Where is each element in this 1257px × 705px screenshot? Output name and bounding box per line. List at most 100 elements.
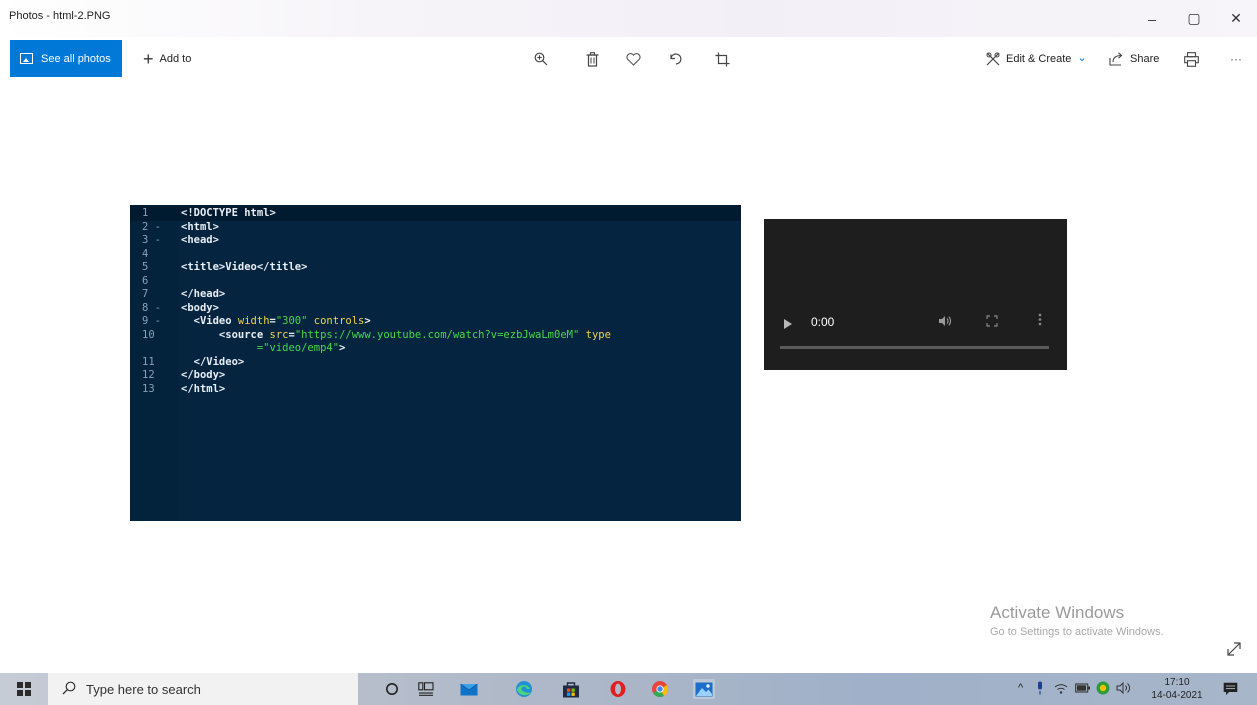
maximize-button[interactable]: ▢	[1173, 0, 1215, 37]
favorite-icon[interactable]	[622, 48, 644, 70]
opera-icon[interactable]	[608, 679, 628, 699]
windows-logo-icon	[17, 682, 31, 696]
title-bar: Photos - html-2.PNG – ▢ ✕	[0, 0, 1257, 37]
code-token: src	[269, 328, 289, 341]
add-to-label: Add to	[159, 53, 192, 65]
code-token: <body>	[181, 301, 219, 314]
wifi-icon[interactable]	[1054, 682, 1068, 697]
code-text: </Video>	[181, 355, 245, 370]
video-more-icon[interactable]	[1038, 313, 1042, 329]
minimize-button[interactable]: –	[1131, 0, 1173, 37]
code-text: <source src="https://www.youtube.com/wat…	[181, 329, 611, 343]
print-icon[interactable]	[1180, 48, 1202, 70]
more-options-icon[interactable]: ···	[1225, 48, 1247, 70]
mail-icon[interactable]	[459, 679, 479, 699]
code-token: <html>	[181, 220, 219, 233]
code-token: >	[364, 315, 371, 327]
crop-icon[interactable]	[711, 48, 733, 70]
line-number: 10	[142, 328, 155, 341]
start-button[interactable]	[0, 673, 48, 705]
line-number: 2 -	[142, 220, 161, 233]
share-icon	[1109, 52, 1124, 66]
code-line: 9 - <Video width="300" controls>	[130, 315, 741, 329]
code-text: <!DOCTYPE html>	[181, 207, 276, 221]
status-badge-icon[interactable]	[1096, 681, 1110, 698]
code-token: </body>	[181, 369, 226, 381]
zoom-in-icon[interactable]	[530, 48, 552, 70]
share-label: Share	[1130, 53, 1160, 65]
see-all-photos-label: See all photos	[41, 52, 111, 65]
microphone-icon[interactable]	[1036, 681, 1044, 698]
rotate-icon[interactable]	[665, 48, 687, 70]
clock-time: 17:10	[1164, 677, 1190, 688]
volume-tray-icon[interactable]	[1116, 681, 1132, 697]
edit-icon	[986, 52, 1000, 66]
code-text: <html>	[181, 221, 219, 235]
close-button[interactable]: ✕	[1215, 0, 1257, 37]
code-text: </body>	[181, 369, 225, 383]
battery-icon[interactable]	[1075, 682, 1091, 697]
edge-icon[interactable]	[514, 679, 534, 699]
code-line: 8 - <body>	[130, 302, 741, 316]
code-line: 5 <title>Video</title>	[130, 261, 741, 275]
taskbar-clock[interactable]: 17:10 14-04-2021	[1150, 676, 1204, 702]
code-text: ="video/emp4">	[181, 342, 346, 356]
code-token: >	[339, 342, 346, 354]
play-icon[interactable]	[784, 319, 792, 329]
code-token: <head>	[181, 234, 219, 246]
edit-create-button[interactable]: Edit & Create ⌄	[986, 48, 1087, 70]
activate-windows-subtext: Go to Settings to activate Windows.	[990, 626, 1164, 638]
photos-toolbar: See all photos + Add to Edit & Create ⌄ …	[0, 37, 1257, 81]
code-line: 1 <!DOCTYPE html>	[130, 207, 741, 221]
plus-icon: +	[143, 48, 154, 69]
clock-date: 14-04-2021	[1151, 690, 1203, 701]
line-number: 4	[142, 247, 149, 260]
activate-windows-watermark: Activate Windows Go to Settings to activ…	[990, 603, 1164, 638]
taskbar-search[interactable]: Type here to search	[48, 673, 358, 705]
code-token: width	[237, 315, 270, 327]
code-token: controls	[313, 315, 365, 327]
photo-gallery-icon	[20, 53, 33, 64]
add-to-button[interactable]: + Add to	[143, 48, 191, 70]
task-view-icon[interactable]	[416, 679, 436, 699]
code-token: "300"	[275, 315, 308, 327]
search-icon	[62, 681, 76, 698]
code-token: "https://www.youtube.com/watch?v=ezbJwaL…	[294, 328, 580, 341]
line-number: 3 -	[142, 234, 161, 246]
code-text: <head>	[181, 234, 219, 248]
code-screenshot: 1 <!DOCTYPE html> 2 - <html> 3 - <head> 4 5 <tit…	[130, 205, 741, 521]
delete-icon[interactable]	[581, 48, 603, 70]
photos-icon[interactable]	[693, 679, 715, 699]
code-line: 12 </body>	[130, 369, 741, 383]
store-icon[interactable]	[561, 679, 581, 699]
notifications-icon[interactable]	[1220, 679, 1240, 699]
search-placeholder: Type here to search	[86, 681, 201, 697]
fullscreen-icon[interactable]	[986, 315, 998, 330]
line-number: 12	[142, 369, 155, 381]
code-token: </Video>	[181, 355, 245, 368]
expand-icon[interactable]	[1226, 641, 1242, 662]
line-number: 13	[142, 382, 155, 395]
share-button[interactable]: Share	[1109, 48, 1159, 70]
see-all-photos-button[interactable]: See all photos	[10, 40, 122, 77]
show-hidden-icons-chevron[interactable]: ^	[1018, 682, 1023, 694]
code-line: 11 </Video>	[130, 356, 741, 370]
line-number: 6	[142, 274, 149, 287]
video-player: 0:00	[764, 219, 1067, 370]
code-token: type	[585, 328, 611, 341]
edit-create-label: Edit & Create	[1006, 53, 1072, 65]
window-title: Photos - html-2.PNG	[9, 10, 111, 22]
taskbar: Type here to search ^ 17:10 14-04-2021	[0, 673, 1257, 705]
line-number: 7	[142, 288, 149, 300]
line-number: 8 -	[142, 301, 161, 314]
volume-icon[interactable]	[938, 315, 952, 330]
chevron-down-icon: ⌄	[1077, 51, 1087, 64]
video-progress-bar[interactable]	[780, 346, 1049, 349]
activate-windows-heading: Activate Windows	[990, 603, 1125, 622]
code-text: <body>	[181, 302, 219, 316]
code-line: 7 </head>	[130, 288, 741, 302]
cortana-icon[interactable]	[382, 679, 402, 699]
code-token: </html>	[181, 382, 226, 395]
chrome-icon[interactable]	[650, 679, 670, 699]
